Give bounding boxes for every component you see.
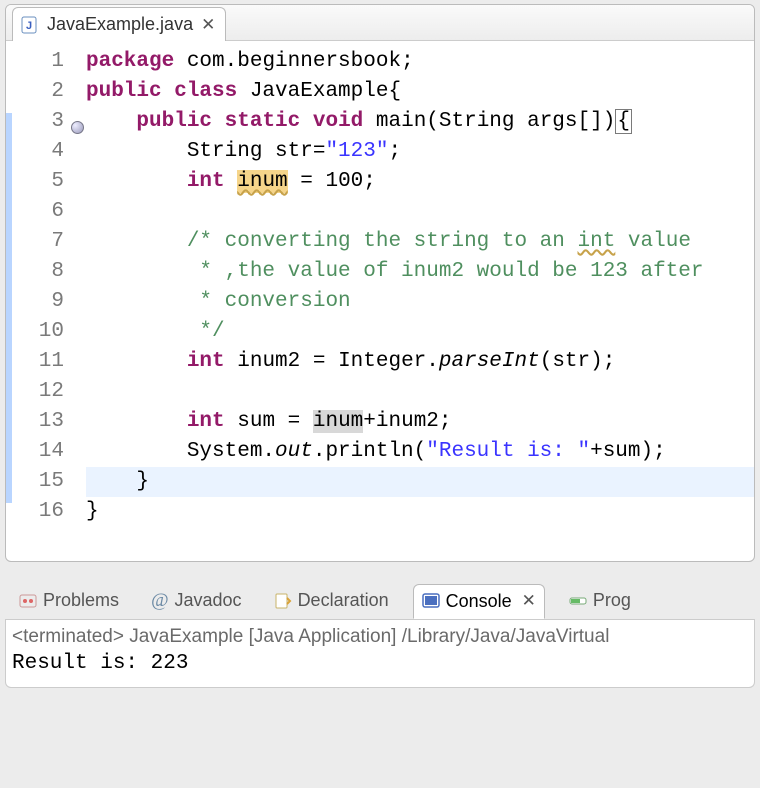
code-line[interactable]: String str="123"; [86,137,754,167]
line-number: 15 [12,467,64,497]
tab-progress[interactable]: Prog [561,584,639,617]
tab-label: Declaration [298,590,389,611]
code-line[interactable]: /* converting the string to an int value [86,227,754,257]
tab-problems[interactable]: Problems [11,584,127,617]
line-number-gutter: 12345678910111213141516 [12,47,72,533]
line-number: 5 [12,167,64,197]
code-editor[interactable]: 12345678910111213141516 package com.begi… [6,41,754,533]
code-line[interactable]: */ [86,317,754,347]
line-number: 4 [12,137,64,167]
console-view: <terminated> JavaExample [Java Applicati… [5,620,755,688]
console-icon [422,592,440,610]
line-number: 6 [12,197,64,227]
line-number: 13 [12,407,64,437]
code-line[interactable]: * conversion [86,287,754,317]
code-line[interactable]: * ,the value of inum2 would be 123 after [86,257,754,287]
code-line[interactable] [86,377,754,407]
progress-icon [569,592,587,610]
code-line[interactable]: } [86,467,754,497]
code-line[interactable]: public class JavaExample{ [86,77,754,107]
code-line[interactable]: int inum2 = Integer.parseInt(str); [86,347,754,377]
editor-tab-javaexample[interactable]: J JavaExample.java ✕ [12,7,226,41]
code-line[interactable]: public static void main(String args[]){ [86,107,754,137]
tab-label: Problems [43,590,119,611]
tab-javadoc[interactable]: @ Javadoc [143,584,250,618]
line-number: 14 [12,437,64,467]
line-number: 11 [12,347,64,377]
line-number: 3 [12,107,64,137]
java-file-icon: J [21,16,39,34]
close-icon[interactable]: ✕ [522,591,536,611]
editor-pane: J JavaExample.java ✕ 1234567891011121314… [5,4,755,562]
console-process-header: <terminated> JavaExample [Java Applicati… [12,624,748,652]
code-content[interactable]: package com.beginnersbook;public class J… [86,47,754,533]
code-line[interactable]: package com.beginnersbook; [86,47,754,77]
tab-console[interactable]: Console ✕ [413,584,545,619]
tab-label: Javadoc [175,590,242,611]
problems-icon [19,592,37,610]
code-line[interactable]: int sum = inum+inum2; [86,407,754,437]
line-number: 1 [12,47,64,77]
code-line[interactable]: int inum = 100; [86,167,754,197]
code-line[interactable]: System.out.println("Result is: "+sum); [86,437,754,467]
tab-label: Console [446,591,512,612]
fold-gutter [72,47,86,533]
line-number: 7 [12,227,64,257]
close-icon[interactable]: ✕ [201,15,215,35]
tab-declaration[interactable]: Declaration [266,584,397,617]
fold-toggle-icon[interactable] [71,121,84,134]
declaration-icon [274,592,292,610]
line-number: 10 [12,317,64,347]
tab-label: Prog [593,590,631,611]
code-line[interactable]: } [86,497,754,527]
editor-tab-bar: J JavaExample.java ✕ [6,5,754,41]
line-number: 8 [12,257,64,287]
view-tab-bar: Problems @ Javadoc Declaration Console ✕… [5,576,755,620]
javadoc-icon: @ [151,590,168,612]
bottom-pane: Problems @ Javadoc Declaration Console ✕… [5,576,755,688]
editor-tab-label: JavaExample.java [47,14,193,35]
line-number: 12 [12,377,64,407]
code-line[interactable] [86,197,754,227]
line-number: 9 [12,287,64,317]
svg-text:J: J [26,20,32,32]
line-number: 16 [12,497,64,527]
line-number: 2 [12,77,64,107]
console-output[interactable]: Result is: 223 [12,652,748,675]
